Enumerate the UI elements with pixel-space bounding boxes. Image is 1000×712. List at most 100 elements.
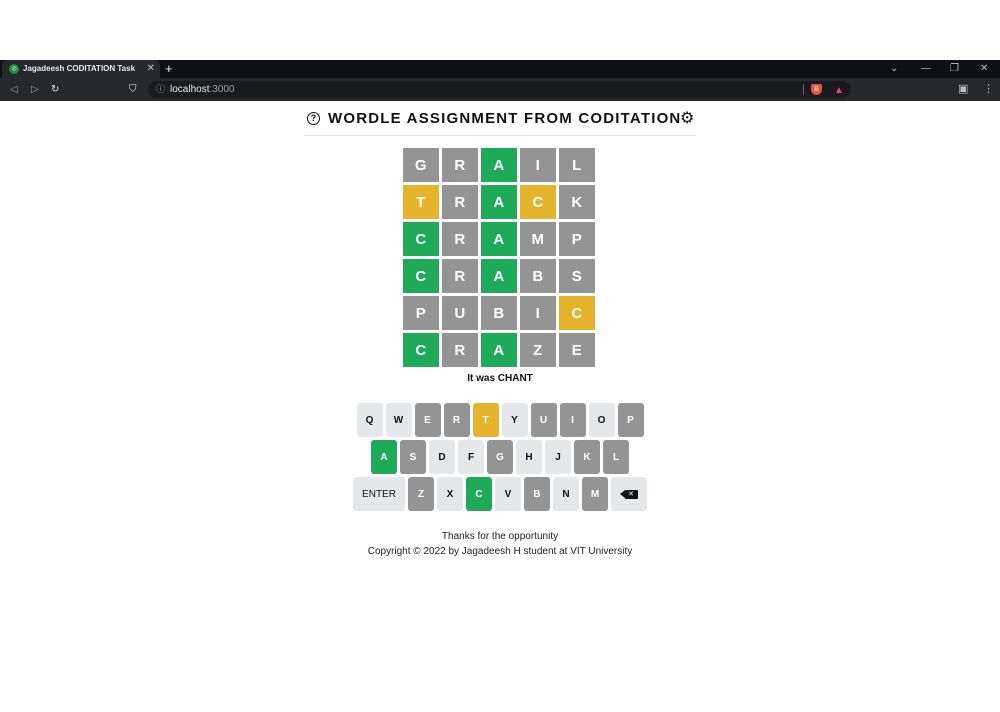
board-tile: A xyxy=(481,222,517,256)
keyboard-key[interactable]: G xyxy=(487,440,513,474)
board-tile: K xyxy=(559,185,595,219)
answer-message: It was CHANT xyxy=(467,373,533,384)
back-icon[interactable]: ◁ xyxy=(10,78,18,101)
omnibox-divider xyxy=(803,84,804,95)
keyboard-key[interactable]: N xyxy=(553,477,579,511)
reload-icon[interactable]: ↻ xyxy=(51,78,59,101)
keyboard-key[interactable]: K xyxy=(574,440,600,474)
keyboard-row: ENTER Z X C V B N M ✕ xyxy=(340,477,660,511)
new-tab-button[interactable]: + xyxy=(165,60,173,78)
board-row: TRACK xyxy=(403,185,597,219)
board-tile: A xyxy=(481,148,517,182)
board-tile: R xyxy=(442,148,478,182)
board-tile: B xyxy=(481,296,517,330)
minimize-icon[interactable]: — xyxy=(921,60,931,78)
menu-icon[interactable]: ⋮ xyxy=(983,78,994,101)
board-tile: I xyxy=(520,296,556,330)
board-tile: P xyxy=(559,222,595,256)
site-info-icon[interactable]: ⓘ xyxy=(156,81,165,98)
tab-close-icon[interactable]: ✕ xyxy=(147,60,155,78)
game-board: GRAILTRACKCRAMPCRABSPUBICCRAZE xyxy=(403,148,597,370)
board-tile: R xyxy=(442,185,478,219)
board-tile: L xyxy=(559,148,595,182)
close-window-icon[interactable]: ✕ xyxy=(980,60,988,78)
keyboard-key[interactable]: C xyxy=(466,477,492,511)
keyboard-key[interactable]: X xyxy=(437,477,463,511)
footer: Thanks for the opportunity Copyright © 2… xyxy=(300,529,700,559)
keyboard-key[interactable]: W xyxy=(385,403,412,437)
help-icon[interactable]: ? xyxy=(307,112,320,125)
app-header: ? WORDLE ASSIGNMENT FROM CODITATION ⚙ xyxy=(304,101,696,136)
board-row: GRAIL xyxy=(403,148,597,182)
tab-strip: ◎ Jagadeesh CODITATION Task ✕ + ⌄ — ❐ ✕ xyxy=(0,60,1000,78)
keyboard-key[interactable]: V xyxy=(495,477,521,511)
board-row: CRAZE xyxy=(403,333,597,367)
keyboard-key[interactable]: Z xyxy=(408,477,434,511)
keyboard-key[interactable]: E xyxy=(414,403,441,437)
keyboard-key[interactable]: Q xyxy=(356,403,383,437)
footer-copyright: Copyright © 2022 by Jagadeesh H student … xyxy=(367,546,633,557)
board-tile: R xyxy=(442,222,478,256)
board-tile: C xyxy=(403,222,439,256)
url-text: localhost:3000 xyxy=(170,81,235,98)
backspace-key[interactable]: ✕ xyxy=(611,477,647,511)
board-tile: R xyxy=(442,259,478,293)
wallet-icon[interactable]: ▣ xyxy=(958,78,968,101)
keyboard-key[interactable]: J xyxy=(545,440,571,474)
board-tile: P xyxy=(403,296,439,330)
board-tile: A xyxy=(481,185,517,219)
keyboard-key[interactable]: B xyxy=(524,477,550,511)
keyboard-key[interactable]: A xyxy=(371,440,397,474)
keyboard-key[interactable]: M xyxy=(582,477,608,511)
board-tile: G xyxy=(403,148,439,182)
keyboard-key[interactable]: Y xyxy=(501,403,528,437)
board-tile: C xyxy=(520,185,556,219)
address-bar-row: ◁ ▷ ↻ ⛉ ⓘ localhost:3000 B ▲ ▣ ⋮ xyxy=(0,78,1000,101)
keyboard-key[interactable]: S xyxy=(400,440,426,474)
backspace-icon: ✕ xyxy=(619,489,638,499)
keyboard-key[interactable]: O xyxy=(588,403,615,437)
board-tile: S xyxy=(559,259,595,293)
tab-title: Jagadeesh CODITATION Task xyxy=(23,64,136,73)
keyboard-key[interactable]: P xyxy=(617,403,644,437)
board-tile: Z xyxy=(520,333,556,367)
keyboard-key[interactable]: T xyxy=(472,403,499,437)
browser-chrome: ◎ Jagadeesh CODITATION Task ✕ + ⌄ — ❐ ✕ … xyxy=(0,60,1000,101)
tab-search-icon[interactable]: ⌄ xyxy=(890,60,898,78)
keyboard-key[interactable]: R xyxy=(443,403,470,437)
footer-thanks: Thanks for the opportunity xyxy=(441,531,559,542)
brave-shields-icon[interactable]: B xyxy=(811,84,822,95)
board-tile: T xyxy=(403,185,439,219)
board-tile: A xyxy=(481,333,517,367)
bookmark-icon[interactable]: ⛉ xyxy=(129,78,137,101)
keyboard: Q W E R T Y U I O P A S D F G H J K L ENTER Z X C V B N M ✕ xyxy=(340,403,660,514)
board-tile: I xyxy=(520,148,556,182)
board-tile: C xyxy=(559,296,595,330)
browser-tab[interactable]: ◎ Jagadeesh CODITATION Task ✕ xyxy=(2,60,160,78)
board-row: CRABS xyxy=(403,259,597,293)
url-host: localhost xyxy=(170,84,210,95)
keyboard-row: QWERTYUIOP xyxy=(340,403,660,437)
enter-key[interactable]: ENTER xyxy=(353,477,405,511)
gear-icon[interactable]: ⚙ xyxy=(680,109,694,129)
board-tile: C xyxy=(403,259,439,293)
board-tile: M xyxy=(520,222,556,256)
keyboard-key[interactable]: D xyxy=(429,440,455,474)
board-row: CRAMP xyxy=(403,222,597,256)
board-tile: C xyxy=(403,333,439,367)
address-bar[interactable]: ⓘ localhost:3000 B ▲ xyxy=(148,81,851,98)
keyboard-key[interactable]: F xyxy=(458,440,484,474)
brave-rewards-icon[interactable]: ▲ xyxy=(834,82,844,99)
url-port: :3000 xyxy=(209,84,235,95)
keyboard-row: ASDFGHJKL xyxy=(340,440,660,474)
forward-icon[interactable]: ▷ xyxy=(31,78,39,101)
board-tile: B xyxy=(520,259,556,293)
keyboard-key[interactable]: U xyxy=(530,403,557,437)
board-tile: U xyxy=(442,296,478,330)
keyboard-key[interactable]: L xyxy=(603,440,629,474)
keyboard-key[interactable]: I xyxy=(559,403,586,437)
tab-favicon-icon: ◎ xyxy=(9,64,19,74)
keyboard-key[interactable]: H xyxy=(516,440,542,474)
restore-icon[interactable]: ❐ xyxy=(950,60,959,78)
board-tile: R xyxy=(442,333,478,367)
